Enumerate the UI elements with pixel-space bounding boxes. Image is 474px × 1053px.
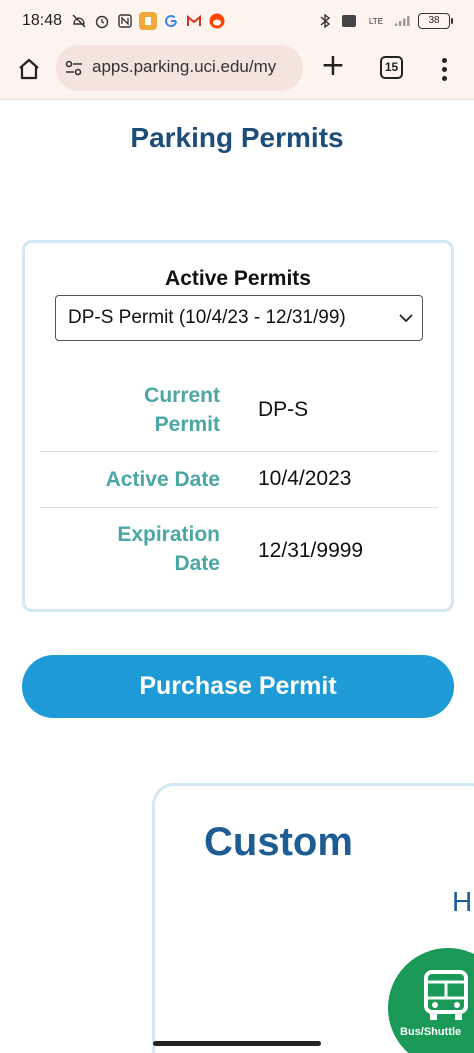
active-permits-card: Active Permits DP-S Permit (10/4/23 - 12… <box>22 240 454 612</box>
gmail-icon <box>185 12 203 30</box>
url-text[interactable]: apps.parking.uci.edu/my <box>92 57 276 77</box>
bluetooth-icon <box>316 12 334 30</box>
customer-card-subtitle: H <box>452 886 473 917</box>
system-icons: LTE 38 <box>316 11 453 31</box>
dnd-icon <box>70 12 88 30</box>
network-type-icon: LTE <box>368 16 384 26</box>
menu-dot-icon <box>441 57 447 63</box>
menu-dot-icon <box>441 75 447 81</box>
status-time: 18:48 <box>22 12 63 29</box>
row-divider <box>40 507 438 508</box>
site-settings-icon[interactable] <box>64 58 84 78</box>
menu-dot-icon <box>441 66 447 72</box>
app-root: 18:48 LTE 38 apps.parking.uci.edu/my + 1… <box>0 0 474 1053</box>
volte-icon <box>340 12 358 30</box>
signal-icon <box>394 12 412 30</box>
active-date-label: Active Date <box>105 468 220 491</box>
purchase-permit-button[interactable]: Purchase Permit <box>22 655 454 718</box>
bus-icon <box>424 970 468 1020</box>
row-divider <box>40 451 438 452</box>
home-button[interactable] <box>14 54 44 84</box>
current-permit-value: DP-S <box>258 398 309 421</box>
current-permit-label: Current Permit <box>144 381 220 439</box>
alarm-icon <box>93 12 111 30</box>
home-icon <box>19 58 39 80</box>
keep-notes-icon <box>139 12 157 30</box>
permit-select[interactable]: DP-S Permit (10/4/23 - 12/31/99) <box>55 295 423 341</box>
active-permits-heading: Active Permits <box>165 267 311 290</box>
expiration-date-label: Expiration Date <box>117 520 220 578</box>
nfc-icon <box>116 12 134 30</box>
notification-icons <box>70 11 226 31</box>
current-permit-row: Current Permit DP-S <box>40 381 438 441</box>
permit-select-value: DP-S Permit (10/4/23 - 12/31/99) <box>68 307 346 328</box>
browser-menu-button[interactable] <box>432 54 456 84</box>
expiration-date-value: 12/31/9999 <box>258 539 364 562</box>
page-title: Parking Permits <box>130 122 344 153</box>
browser-toolbar: apps.parking.uci.edu/my + 15 <box>0 42 474 100</box>
expiration-date-row: Expiration Date 12/31/9999 <box>40 520 438 580</box>
label-line: Expiration <box>117 523 220 546</box>
label-line: Date <box>174 552 220 575</box>
bus-shuttle-label: Bus/Shuttle <box>400 1026 462 1038</box>
new-tab-button[interactable]: + <box>318 51 348 82</box>
reddit-icon <box>208 12 226 30</box>
chevron-down-icon <box>399 314 413 323</box>
battery-icon: 38 <box>418 13 453 29</box>
address-bar[interactable]: apps.parking.uci.edu/my <box>56 45 303 91</box>
google-icon <box>162 12 180 30</box>
status-bar: 18:48 LTE 38 <box>0 0 474 42</box>
tab-switcher-button[interactable]: 15 <box>380 56 403 79</box>
customer-card-title: Custom <box>204 820 353 864</box>
gesture-home-indicator[interactable] <box>153 1041 321 1046</box>
active-date-row: Active Date 10/4/2023 <box>40 465 438 495</box>
active-date-value: 10/4/2023 <box>258 467 352 490</box>
label-line: Permit <box>154 413 220 436</box>
label-line: Current <box>144 384 220 407</box>
